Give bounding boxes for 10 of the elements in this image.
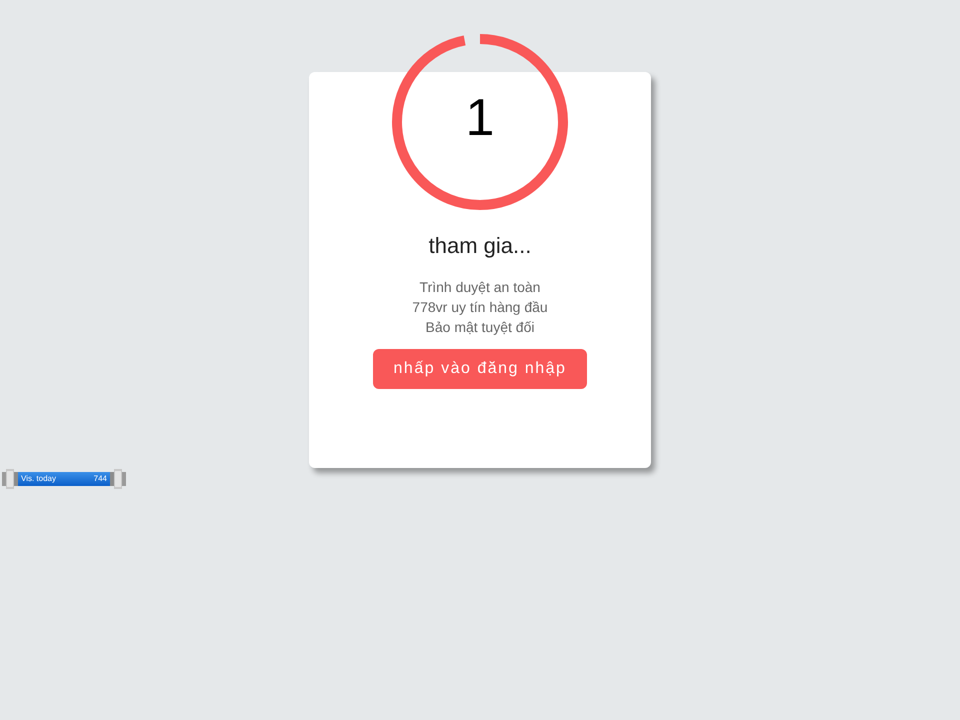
- counter-value: 744: [94, 475, 107, 483]
- login-button[interactable]: nhấp vào đăng nhập: [373, 349, 587, 389]
- counter-label: Vis. today: [21, 475, 56, 483]
- bar-end-cap-icon: [110, 469, 126, 489]
- heading: tham gia...: [428, 232, 532, 260]
- feature-text: 778vr uy tín hàng đầu: [412, 298, 548, 317]
- feature-text: Trình duyệt an toàn: [420, 278, 540, 297]
- feature-text: Bảo mật tuyệt đối: [426, 318, 534, 337]
- bar-end-cap-icon: [2, 469, 18, 489]
- countdown-number: 1: [466, 92, 494, 144]
